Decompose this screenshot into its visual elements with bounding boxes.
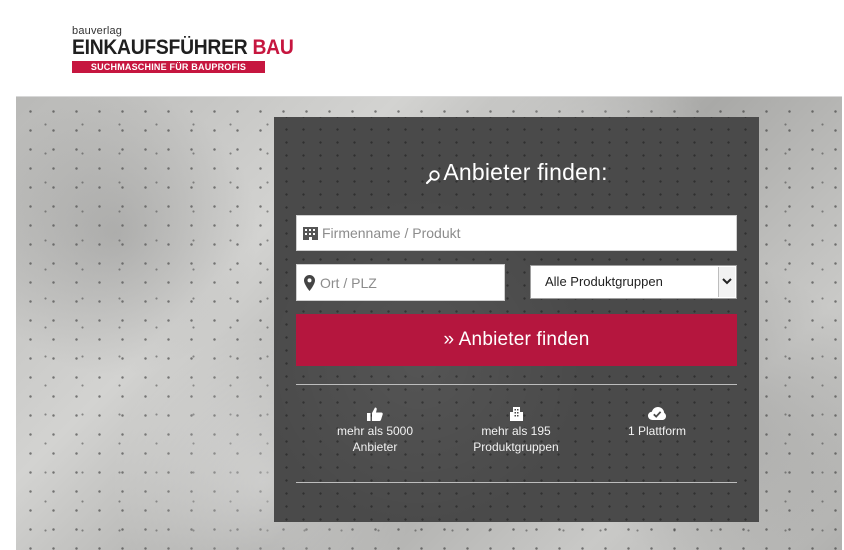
building-icon [303,226,318,241]
product-group-selected: Alle Produktgruppen [545,274,663,289]
buildings-icon [461,407,571,421]
logo-title-accent: BAU [252,36,294,59]
stat-product-groups-line2: Produktgruppen [473,440,559,454]
map-marker-icon [304,275,315,291]
find-providers-button[interactable]: » Anbieter finden [296,314,737,366]
stat-platform-line1: 1 Plattform [627,424,687,438]
divider-bottom [296,482,737,483]
stat-platform: 1 Plattform [602,407,712,439]
thumbs-up-icon [320,407,430,421]
cloud-check-icon [602,407,712,421]
logo-title-main: EINKAUFSFÜHRER [72,36,248,59]
company-field[interactable] [296,215,737,251]
stat-product-groups: mehr als 195 Produktgruppen [461,407,571,455]
location-field[interactable] [296,264,505,301]
stat-providers: mehr als 5000 Anbieter [320,407,430,455]
search-title-text: Anbieter finden: [443,159,608,185]
company-input[interactable] [322,216,732,250]
chevron-down-icon[interactable] [718,267,735,297]
divider-top [296,384,737,385]
search-panel-title: Anbieter finden: [274,159,759,186]
search-panel: Anbieter finden: Alle Produktgruppen » A… [274,117,759,522]
site-header: bauverlag EINKAUFSFÜHRER BAU SUCHMASCHIN… [16,4,842,97]
location-input[interactable] [320,265,500,300]
product-group-select[interactable]: Alle Produktgruppen [530,265,737,299]
stat-product-groups-line1: mehr als 195 [481,424,551,438]
search-icon [425,164,441,185]
logo-tagline: SUCHMASCHINE FÜR BAUPROFIS [72,61,265,73]
stat-providers-line2: Anbieter [352,440,398,454]
logo-title: EINKAUFSFÜHRER BAU [72,36,294,59]
site-logo[interactable]: bauverlag EINKAUFSFÜHRER BAU SUCHMASCHIN… [72,26,294,73]
stat-providers-line1: mehr als 5000 [336,424,414,438]
